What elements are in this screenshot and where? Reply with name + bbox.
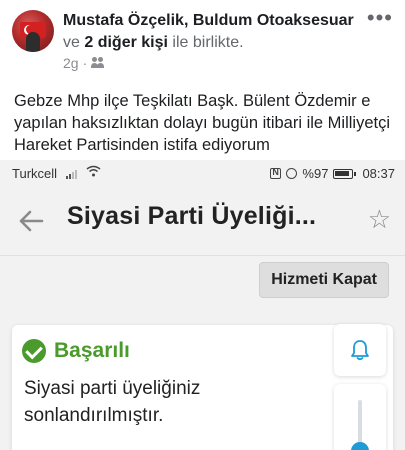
wifi-icon [86,165,101,180]
more-options-icon[interactable]: ••• [367,7,393,29]
facebook-post: Mustafa Özçelik, Buldum Otoaksesuar ve 2… [0,0,405,160]
alarm-icon [286,168,298,179]
author-name[interactable]: Mustafa Özçelik [63,12,184,29]
nfc-icon [270,167,282,179]
slider-knob[interactable] [351,442,369,450]
signal-icon [66,168,77,179]
battery-percent: %97 [302,166,329,181]
post-text: Gebze Mhp ilçe Teşkilatı Başk. Bülent Öz… [14,92,391,154]
tagged-suffix: ile birlikte. [172,34,244,51]
divider [0,255,405,256]
back-arrow-icon[interactable] [17,207,45,235]
status-bar: Turkcell %97 08:37 [0,160,405,187]
close-service-button[interactable]: Hizmeti Kapat [259,262,389,298]
clock: 08:37 [362,166,395,181]
embedded-screenshot: Turkcell %97 08:37 Siyasi Parti Üyeliği.… [0,160,405,450]
tagged-line: ve 2 diğer kişi ile birlikte. [63,33,244,53]
post-meta: 2g · [63,55,105,71]
meta-dot: · [82,55,88,71]
check-circle-icon [22,339,46,363]
notification-button[interactable] [334,324,386,376]
app-bar: Siyasi Parti Üyeliği... ☆ [0,187,405,255]
star-outline-icon[interactable]: ☆ [368,206,391,232]
success-title: Başarılı [54,339,130,362]
name-separator: , [183,12,189,29]
success-row: Başarılı [22,339,130,363]
others-link[interactable]: 2 diğer kişi [84,34,168,51]
friends-icon [91,57,105,69]
font-size-slider[interactable] [334,384,386,450]
post-time[interactable]: 2g [63,55,79,71]
bell-icon [351,340,369,361]
tagged-page-name[interactable]: Buldum Otoaksesuar [193,12,354,29]
tagged-prefix: ve [63,34,80,51]
battery-icon [333,168,357,179]
page-title: Siyasi Parti Üyeliği... [67,202,317,230]
status-right: %97 08:37 [270,166,395,181]
carrier-name: Turkcell [12,166,58,181]
success-message: Siyasi parti üyeliğiniz sonlandırılmıştı… [24,378,201,426]
author-avatar[interactable] [12,10,54,52]
post-header-names: Mustafa Özçelik, Buldum Otoaksesuar [63,11,354,31]
